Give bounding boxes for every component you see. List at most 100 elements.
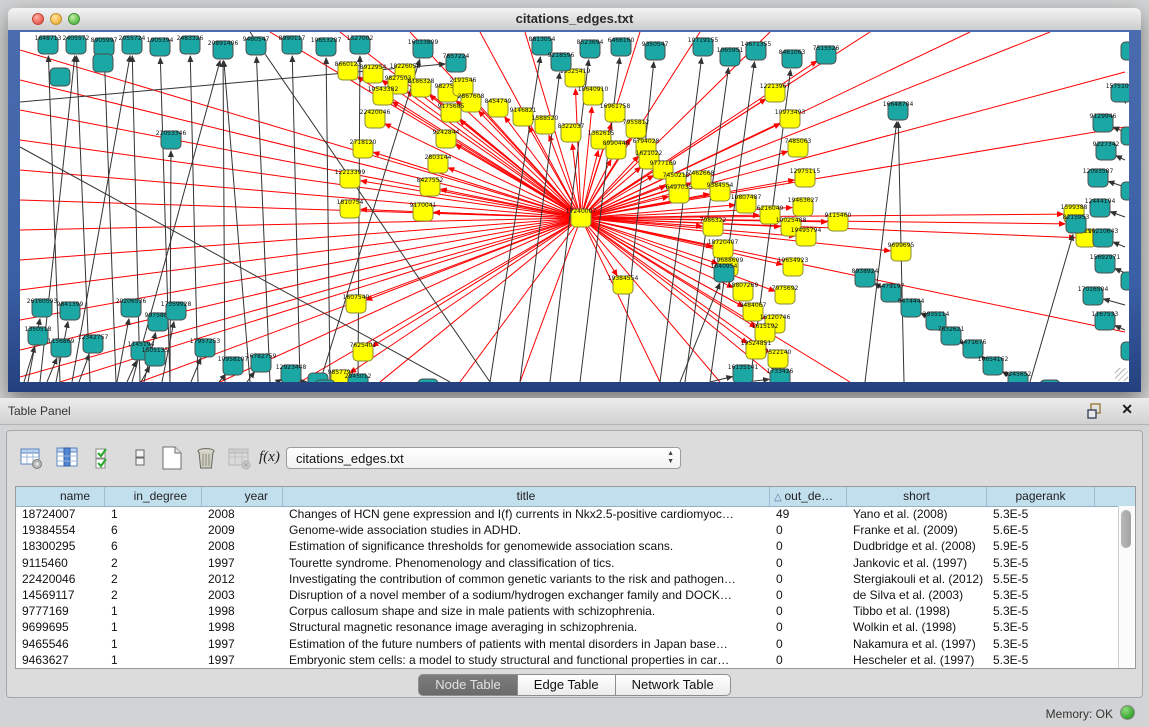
graph-node[interactable]: 8912954 <box>360 64 387 83</box>
table-settings-icon[interactable] <box>19 445 45 471</box>
table-row[interactable]: 1456911722003Disruption of a novel membe… <box>16 587 1119 603</box>
table-selector-dropdown[interactable]: citations_edges.txt ▲▼ <box>286 447 681 469</box>
tab-network-table[interactable]: Network Table <box>616 674 731 696</box>
graph-node[interactable]: 17016504 <box>1078 286 1109 305</box>
merge-rows-icon[interactable] <box>128 445 154 471</box>
graph-node[interactable]: 1648713 <box>35 35 62 54</box>
graph-node[interactable]: 22420046 <box>360 109 391 128</box>
graph-node[interactable]: 20891406 <box>208 40 239 59</box>
graph-node[interactable]: 1588520 <box>532 115 559 134</box>
graph-node[interactable]: 1733426 <box>767 368 794 382</box>
graph-node[interactable]: 12093587 <box>1083 168 1114 187</box>
column-header-name[interactable]: name <box>16 487 105 506</box>
graph-node[interactable]: 2483326 <box>177 35 204 54</box>
column-header-out_de[interactable]: △ out_de… <box>770 487 847 506</box>
graph-node[interactable]: 16782759 <box>246 353 277 372</box>
graph-node[interactable]: 9218596 <box>548 52 575 71</box>
graph-node[interactable]: 9460547 <box>243 36 270 55</box>
graph-node[interactable]: 9245652 <box>1005 371 1032 382</box>
graph-node[interactable]: 6497035 <box>666 184 693 203</box>
graph-node[interactable]: 9242844 <box>433 129 460 148</box>
graph-node[interactable]: 18807269 <box>728 282 759 301</box>
graph-node[interactable]: 7515526 <box>813 45 840 64</box>
graph-node[interactable]: 8186328 <box>408 78 435 97</box>
graph-node[interactable]: 10653287 <box>311 37 342 56</box>
tab-node-table[interactable]: Node Table <box>418 674 518 696</box>
graph-node[interactable]: 8990117 <box>279 35 306 54</box>
graph-node[interactable]: 1810754 <box>337 199 364 218</box>
new-table-icon[interactable] <box>159 445 185 471</box>
graph-node[interactable]: 1156869 <box>48 338 75 357</box>
graph-node[interactable]: 8660123 <box>335 61 362 80</box>
graph-node[interactable]: 16648784 <box>883 101 914 120</box>
graph-node[interactable]: 19463627 <box>788 197 819 216</box>
column-header-in_degree[interactable]: in_degree <box>105 487 202 506</box>
graph-node[interactable]: 9129946 <box>1090 113 1117 132</box>
graph-node[interactable]: 1505135 <box>142 347 169 366</box>
graph-node[interactable]: 7485063 <box>785 138 812 157</box>
graph-node[interactable]: 12342757 <box>78 334 109 353</box>
graph-node[interactable]: 8461063 <box>779 49 806 68</box>
graph-node[interactable]: 9841399 <box>57 301 84 320</box>
graph-node[interactable]: 7522140 <box>765 349 792 368</box>
graph-node[interactable]: 6466160 <box>608 37 635 56</box>
graph-node[interactable]: 1905394 <box>147 37 174 56</box>
graph-node[interactable]: 8322037 <box>558 123 585 142</box>
graph-node[interactable] <box>50 68 70 86</box>
graph-node[interactable]: 1065951 <box>717 47 744 66</box>
graph-node[interactable]: 2803144 <box>425 154 452 173</box>
graph-node[interactable] <box>315 380 335 382</box>
graph-node[interactable]: 12213399 <box>335 169 366 188</box>
graph-node[interactable]: 19654923 <box>778 257 809 276</box>
resize-grip[interactable] <box>1115 368 1128 381</box>
delete-table-icon[interactable] <box>227 445 253 471</box>
graph-node[interactable]: 7857224 <box>443 53 470 72</box>
column-header-title[interactable]: title <box>283 487 770 506</box>
graph-node[interactable]: 9350547 <box>642 41 669 60</box>
delete-rows-icon[interactable] <box>193 445 219 471</box>
graph-node[interactable]: 1527002 <box>347 35 374 54</box>
graph-node[interactable]: 2055724 <box>119 35 146 54</box>
graph-node[interactable]: 9384554 <box>707 182 734 201</box>
graph-node[interactable]: 9175685 <box>438 103 465 122</box>
graph-node[interactable]: 14671355 <box>741 41 772 60</box>
graph-node[interactable] <box>1121 342 1129 360</box>
column-header-pagerank[interactable]: pagerank <box>987 487 1095 506</box>
graph-node[interactable] <box>418 379 438 382</box>
table-row[interactable]: 946362711997Embryonic stem cells: a mode… <box>16 652 1119 668</box>
scrollbar-thumb[interactable] <box>1121 510 1131 548</box>
graph-node[interactable]: 19384554 <box>608 275 639 294</box>
graph-node[interactable]: 2718120 <box>350 139 377 158</box>
graph-node[interactable] <box>1121 127 1129 145</box>
graph-node[interactable]: 16033809 <box>408 39 439 58</box>
float-window-icon[interactable] <box>1087 403 1103 419</box>
graph-node[interactable]: 8215953 <box>1063 214 1090 233</box>
graph-node[interactable]: 12923448 <box>276 364 307 382</box>
table-row[interactable]: 1938455462009Genome-wide association stu… <box>16 522 1119 538</box>
select-rows-icon[interactable] <box>93 445 119 471</box>
graph-node[interactable]: 7975692 <box>772 285 799 304</box>
graph-node[interactable]: 8427552 <box>417 177 444 196</box>
table-row[interactable]: 969969511998Structural magnetic resonanc… <box>16 619 1119 635</box>
graph-node[interactable]: 1640954 <box>711 263 738 282</box>
graph-node[interactable]: 7955812 <box>623 119 650 138</box>
graph-node[interactable]: 8938924 <box>852 268 879 287</box>
graph-node[interactable]: 7986322 <box>700 217 727 236</box>
graph-node[interactable] <box>1121 182 1129 200</box>
table-row[interactable]: 977716911998Corpus callosum shape and si… <box>16 603 1119 619</box>
table-row[interactable]: 1830029562008Estimation of significance … <box>16 538 1119 554</box>
network-canvas[interactable]: 1724000786601238912954182260589827503105… <box>20 32 1129 382</box>
graph-node[interactable]: 1607540 <box>343 294 370 313</box>
table-row[interactable]: 911546021997Tourette syndrome. Phenomeno… <box>16 555 1119 571</box>
graph-node[interactable]: 16135141 <box>728 364 759 382</box>
function-builder-icon[interactable]: f(x) <box>259 449 285 475</box>
graph-node[interactable]: 10719155 <box>688 37 719 56</box>
column-header-year[interactable]: year <box>202 487 283 506</box>
graph-node[interactable]: 15751074 <box>1106 83 1129 102</box>
graph-node[interactable]: 1167533 <box>1092 311 1119 330</box>
graph-node[interactable]: 20206536 <box>116 298 147 317</box>
window-titlebar[interactable]: citations_edges.txt <box>8 8 1141 31</box>
graph-node[interactable]: 10973493 <box>775 109 806 128</box>
graph-node[interactable]: 9227342 <box>1093 141 1120 160</box>
graph-node[interactable]: 8990448 <box>603 140 630 159</box>
